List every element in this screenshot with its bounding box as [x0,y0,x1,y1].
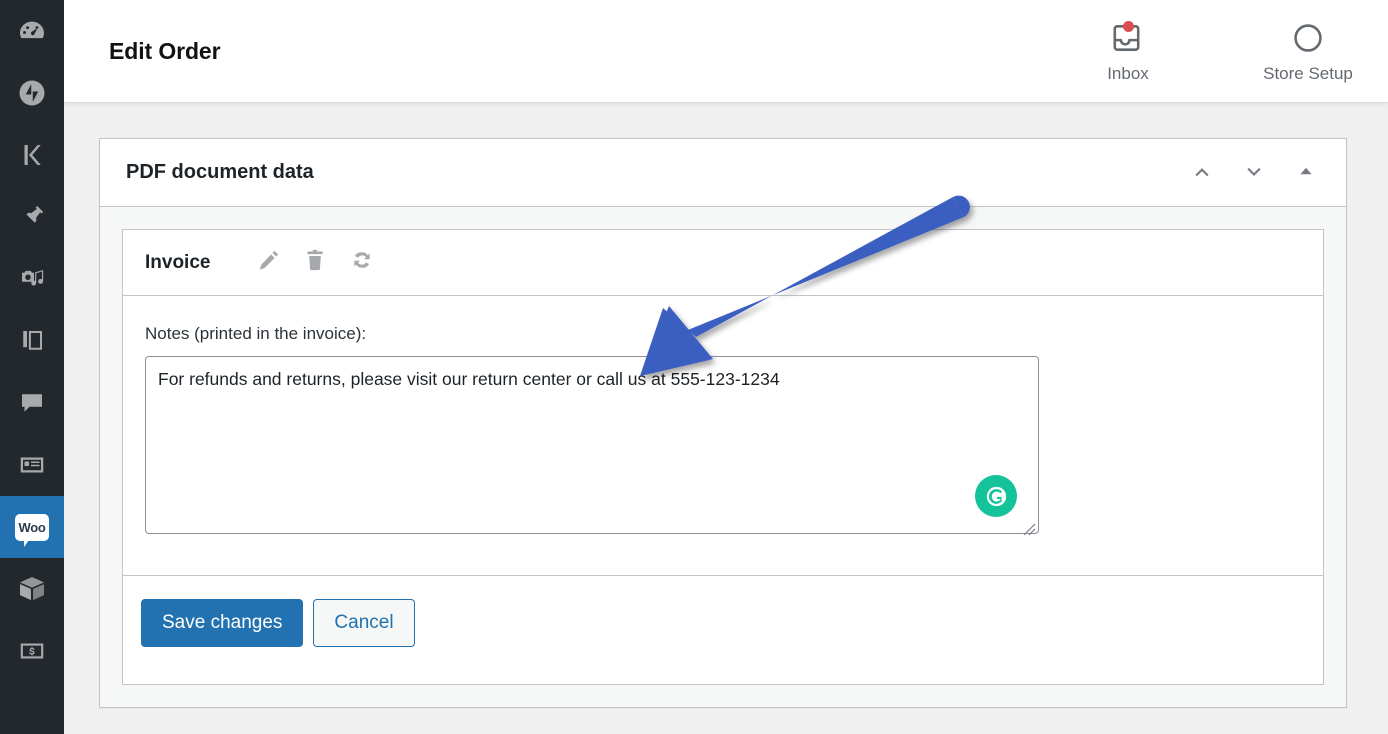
sidebar-item-payments[interactable] [0,620,64,682]
chevron-up-icon [1189,158,1215,187]
inbox-button[interactable]: Inbox [1068,18,1188,84]
sidebar-item-media[interactable] [0,248,64,310]
panel-title: PDF document data [126,161,314,183]
invoice-card-footer: Save changes Cancel [123,575,1323,669]
kinsta-k-icon [17,140,47,170]
invoice-actions [256,246,376,279]
notes-textarea[interactable] [145,356,1039,534]
jetpack-icon [17,78,47,108]
edit-invoice-button[interactable] [256,247,282,278]
store-setup-button[interactable]: Store Setup [1248,18,1368,84]
grammarly-icon[interactable] [975,475,1017,517]
refresh-icon [348,246,376,279]
delete-invoice-button[interactable] [302,247,328,278]
pdf-document-data-panel: PDF document data Invoice Notes (printed… [99,138,1347,708]
admin-screen: Woo Edit Order Inbox Store Setup PDF doc… [0,0,1388,734]
save-changes-button[interactable]: Save changes [141,598,304,647]
sidebar-item-jetpack[interactable] [0,62,64,124]
invoice-title: Invoice [145,251,211,273]
panel-body: Invoice Notes (printed in the invoice): … [100,207,1346,707]
page-title: Edit Order [109,37,221,64]
woo-logo-text: Woo [18,519,46,535]
circle-progress-icon [1290,20,1326,61]
sidebar-item-products[interactable] [0,558,64,620]
dollar-bill-icon [17,636,47,666]
textarea-resize-handle[interactable] [1022,522,1036,536]
toggle-panel-button[interactable] [1288,155,1324,191]
sidebar-item-dashboard[interactable] [0,0,64,62]
sidebar-item-pages[interactable] [0,310,64,372]
dashboard-icon [16,15,48,47]
product-box-icon [16,573,48,605]
panel-handle-actions [1184,155,1324,191]
panel-header: PDF document data [100,139,1346,207]
triangle-up-icon [1295,160,1317,185]
cancel-button[interactable]: Cancel [313,598,415,647]
form-card-icon [17,450,47,480]
notes-label: Notes (printed in the invoice): [145,324,367,343]
trash-icon [302,247,328,278]
regenerate-invoice-button[interactable] [348,246,376,279]
invoice-card-header: Invoice [123,230,1323,296]
pages-icon [17,326,47,356]
sidebar-item-kinsta[interactable] [0,124,64,186]
media-icon [17,264,47,294]
pencil-icon [256,247,282,278]
store-setup-label: Store Setup [1263,64,1353,83]
invoice-document-card: Invoice Notes (printed in the invoice): … [122,229,1324,685]
header-actions: Inbox Store Setup [1068,18,1368,84]
sidebar-item-posts[interactable] [0,186,64,248]
move-panel-up-button[interactable] [1184,155,1220,191]
comment-bubble-icon [17,388,47,418]
pin-icon [17,202,47,232]
admin-sidebar: Woo [0,0,72,734]
chevron-down-icon [1241,158,1267,187]
move-panel-down-button[interactable] [1236,155,1272,191]
sidebar-item-woocommerce[interactable]: Woo [0,496,72,558]
inbox-notification-badge [1123,21,1134,32]
sidebar-item-comments[interactable] [0,372,64,434]
notes-field-wrapper [145,356,1039,539]
inbox-label: Inbox [1107,64,1149,83]
woo-logo-icon: Woo [15,513,49,547]
sidebar-item-forms[interactable] [0,434,64,496]
app-header: Edit Order Inbox Store Setup [64,0,1388,103]
invoice-card-body: Notes (printed in the invoice): [123,296,1323,539]
